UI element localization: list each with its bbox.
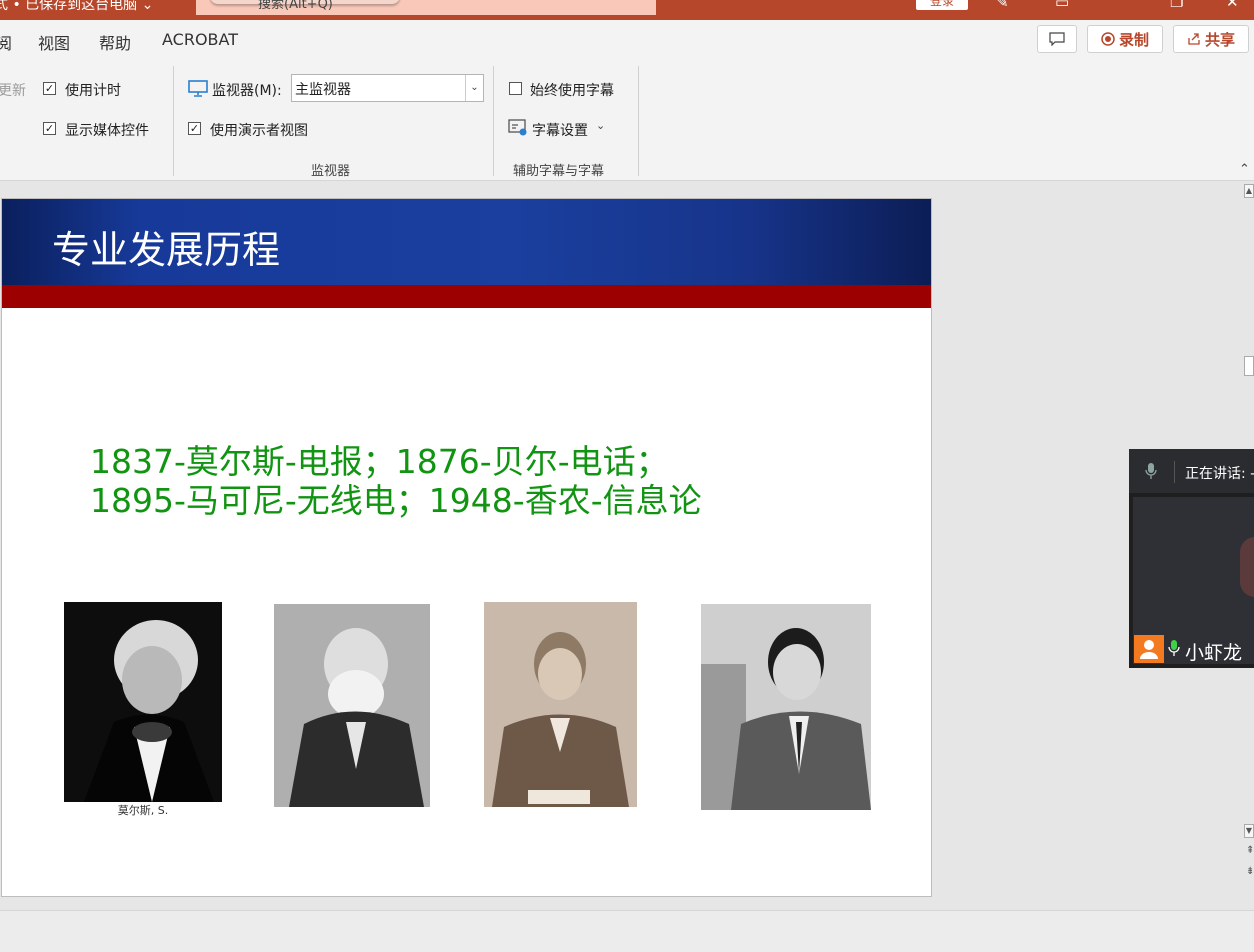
- share-button[interactable]: 共享: [1173, 25, 1249, 53]
- share-icon: [1188, 33, 1200, 45]
- monitor-label: 监视器(M):: [212, 83, 282, 99]
- group-separator: [638, 66, 639, 176]
- comment-icon: [1049, 32, 1065, 46]
- slide: 专业发展历程 1837-莫尔斯-电报；1876-贝尔-电话； 1895-马可尼-…: [1, 198, 932, 897]
- monitor-group-label: 监视器: [311, 164, 351, 179]
- monitor-icon: [188, 80, 208, 102]
- share-label: 共享: [1204, 30, 1235, 49]
- record-label: 录制: [1118, 30, 1149, 49]
- speaking-label: 正在讲话: -: [1185, 466, 1254, 482]
- chevron-down-icon[interactable]: ⌄: [465, 75, 483, 101]
- use-timing-label[interactable]: 使用计时: [65, 80, 121, 100]
- photo-morse: [64, 602, 222, 802]
- divider: [1174, 461, 1175, 483]
- participant-avatar: [1240, 537, 1254, 597]
- meeting-panel: 正在讲话: - 小虾龙: [1129, 449, 1254, 668]
- status-bar: [0, 910, 1254, 952]
- login-button[interactable]: 登录: [916, 0, 968, 10]
- presenter-view-label[interactable]: 使用演示者视图: [210, 120, 308, 140]
- document-title[interactable]: 式 • 已保存到这台电脑 ⌄: [0, 0, 153, 14]
- photo-bell: [274, 604, 430, 807]
- mic-active-icon: [1168, 639, 1180, 661]
- captions-group-label: 辅助字幕与字幕: [513, 164, 605, 179]
- participant-name: 小虾龙: [1185, 642, 1243, 664]
- meeting-speaker-bar: 正在讲话: -: [1129, 449, 1254, 493]
- scroll-up-icon[interactable]: ▲: [1244, 184, 1254, 198]
- monitor-select[interactable]: 主监视器 ⌄: [291, 74, 484, 102]
- photo-marconi: [484, 602, 637, 807]
- always-subtitles-checkbox[interactable]: [509, 82, 522, 95]
- microphone-icon: [1145, 462, 1157, 484]
- monitor-select-value: 主监视器: [295, 82, 351, 98]
- ribbon-display-icon[interactable]: ▭: [1055, 0, 1069, 11]
- scroll-thumb[interactable]: [1244, 356, 1254, 376]
- menu-help[interactable]: 帮助: [99, 30, 131, 54]
- person-icon: [1134, 635, 1164, 663]
- comment-button[interactable]: [1037, 25, 1077, 53]
- record-button[interactable]: 录制: [1087, 25, 1163, 53]
- collapse-ribbon-icon[interactable]: ⌃: [1239, 162, 1250, 177]
- next-slide-icon[interactable]: ⇟: [1246, 866, 1254, 877]
- group-separator: [173, 66, 174, 176]
- use-timing-checkbox[interactable]: ✓: [43, 82, 56, 95]
- pen-icon[interactable]: ✎: [996, 0, 1009, 11]
- slide-title: 专业发展历程: [52, 228, 281, 272]
- show-media-controls-label[interactable]: 显示媒体控件: [65, 120, 149, 140]
- menu-acrobat[interactable]: ACROBAT: [162, 30, 238, 49]
- search-placeholder: 搜索(Alt+Q): [258, 0, 333, 12]
- slide-red-bar: [2, 285, 931, 308]
- group-separator: [493, 66, 494, 176]
- record-icon: [1101, 32, 1115, 46]
- update-label: 更新: [0, 83, 26, 99]
- restore-icon[interactable]: ❐: [1170, 0, 1183, 11]
- scroll-down-icon[interactable]: ▼: [1244, 824, 1254, 838]
- photo-shannon: [701, 604, 871, 810]
- always-subtitles-label[interactable]: 始终使用字幕: [530, 80, 614, 100]
- presenter-view-checkbox[interactable]: ✓: [188, 122, 201, 135]
- subtitle-settings-label[interactable]: 字幕设置: [532, 120, 588, 140]
- show-media-controls-checkbox[interactable]: ✓: [43, 122, 56, 135]
- menu-view[interactable]: 视图: [38, 30, 70, 54]
- close-icon[interactable]: ✕: [1226, 0, 1239, 11]
- photo-morse-caption: 莫尔斯, S.: [64, 802, 222, 820]
- slide-text-line-2: 1895-马可尼-无线电；1948-香农-信息论: [90, 481, 702, 520]
- chevron-down-icon[interactable]: ⌄: [596, 119, 605, 132]
- subtitle-settings-icon[interactable]: [508, 119, 528, 141]
- prev-slide-icon[interactable]: ⇞: [1246, 845, 1254, 856]
- menu-review[interactable]: 阅: [0, 30, 12, 54]
- title-bar: 式 • 已保存到这台电脑 ⌄ 搜索(Alt+Q) 登录 ✎ ▭ ❐ ✕: [0, 0, 1254, 20]
